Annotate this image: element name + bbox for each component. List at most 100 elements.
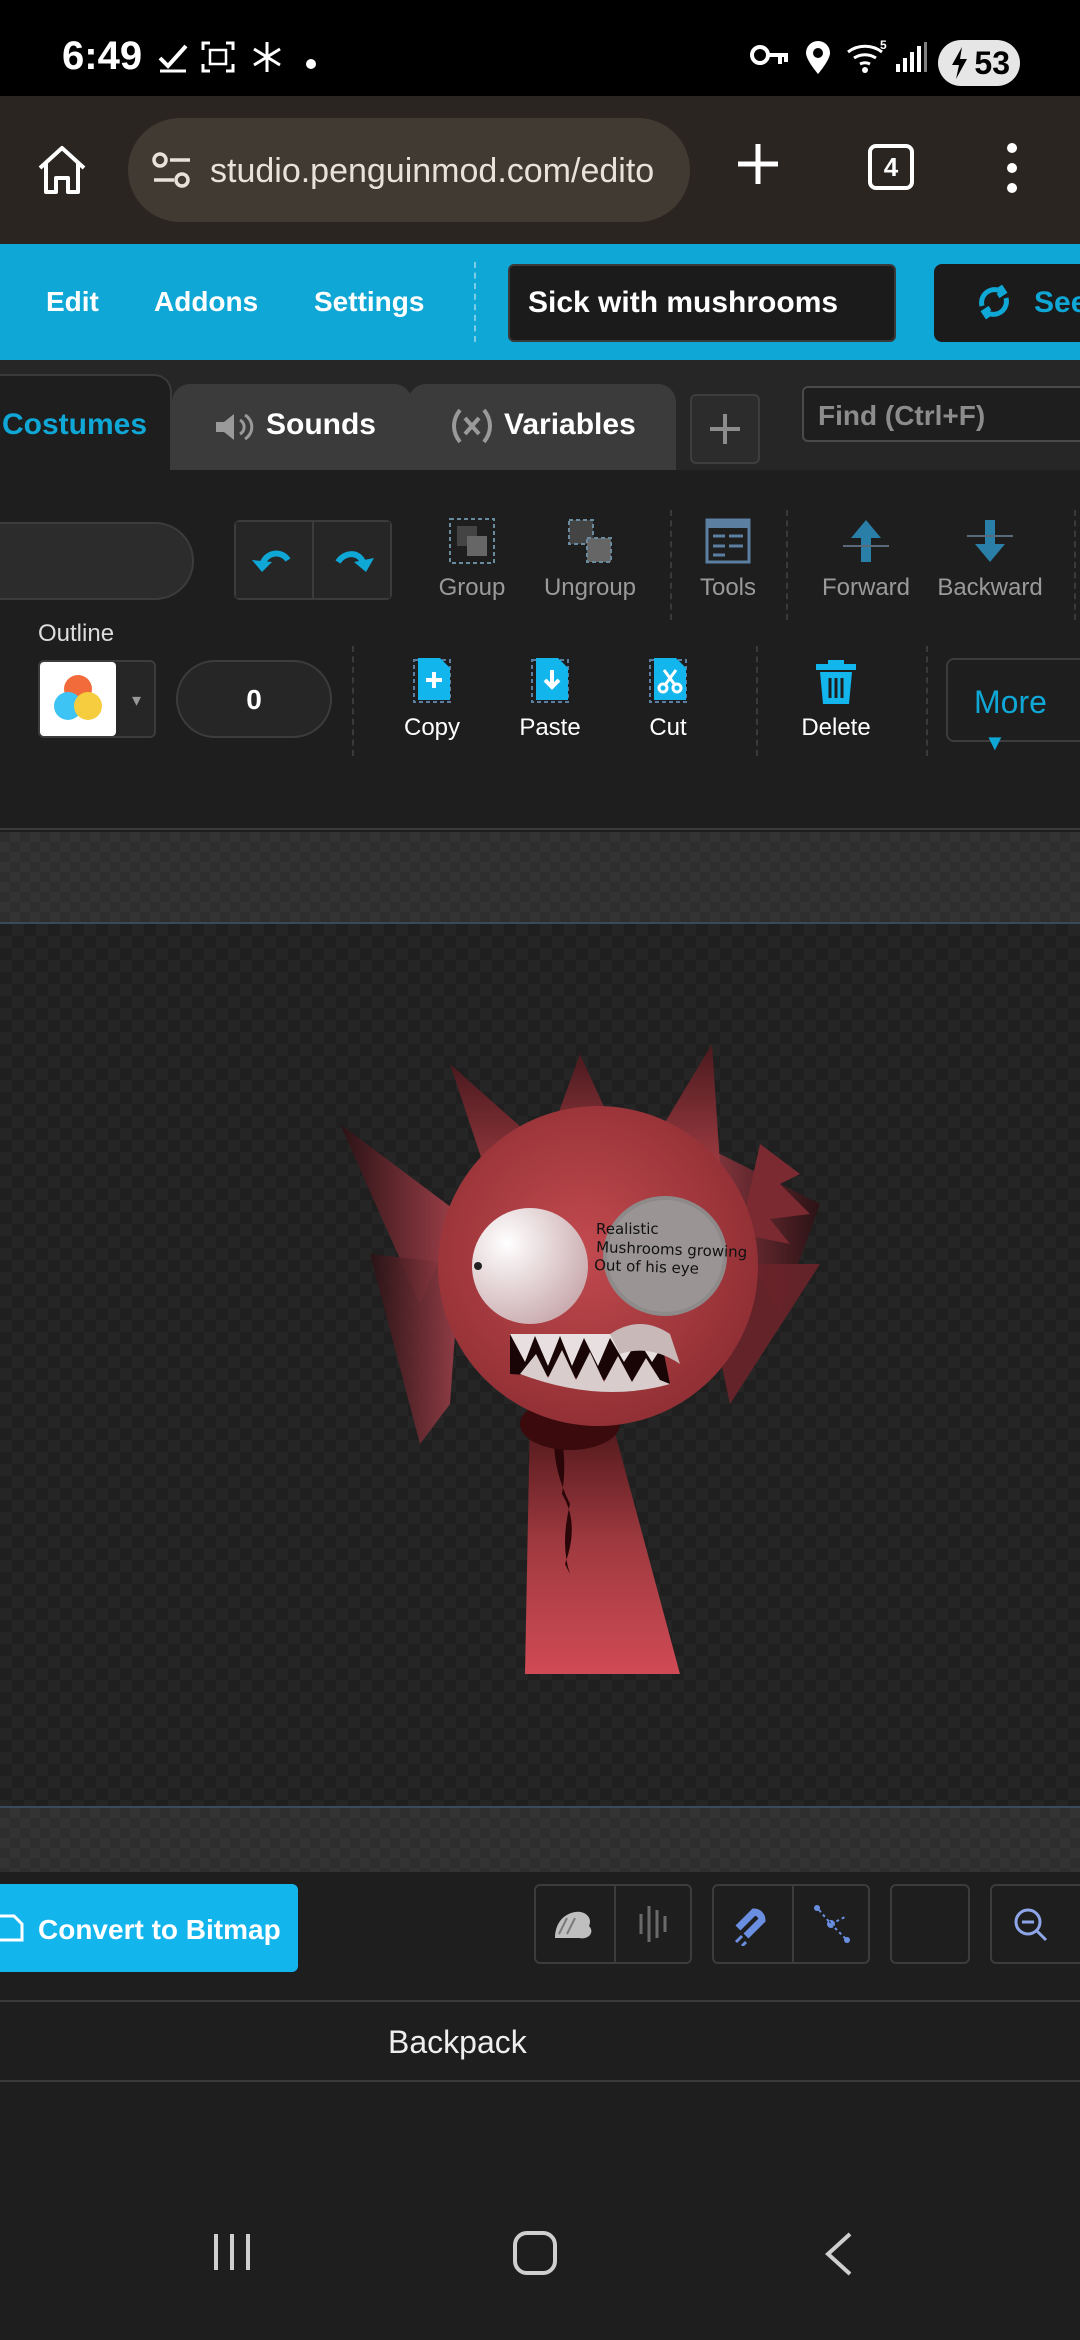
menu-divider bbox=[474, 262, 476, 342]
project-title-input[interactable]: Sick with mushrooms bbox=[508, 264, 896, 342]
undo-icon bbox=[252, 550, 291, 572]
tune-icon[interactable] bbox=[150, 150, 194, 195]
snap-group bbox=[712, 1884, 870, 1964]
group-icon bbox=[449, 518, 495, 564]
variable-icon bbox=[450, 406, 494, 454]
brush-group bbox=[534, 1884, 692, 1964]
app-menu-bar: Edit Addons Settings Sick with mushrooms… bbox=[0, 244, 1080, 360]
canvas-bottom-scrollarea bbox=[0, 1806, 1080, 1872]
copy-button[interactable]: Copy bbox=[396, 656, 468, 742]
outline-color-picker[interactable]: ▾ bbox=[38, 660, 156, 738]
cut-label: Cut bbox=[649, 714, 687, 741]
toolbar-divider bbox=[1074, 510, 1076, 620]
recent-apps-icon[interactable] bbox=[210, 2230, 254, 2279]
menu-edit[interactable]: Edit bbox=[46, 286, 99, 318]
redo-button[interactable] bbox=[314, 522, 390, 598]
convert-to-bitmap-button[interactable]: Convert to Bitmap bbox=[0, 1884, 298, 1972]
see-inside-button[interactable]: See bbox=[934, 264, 1080, 342]
ungroup-label: Ungroup bbox=[543, 574, 637, 601]
canvas-top-scrollarea bbox=[0, 832, 1080, 924]
waveform-icon bbox=[639, 1906, 667, 1942]
costume-name-input[interactable] bbox=[0, 522, 194, 600]
backpack-label: Backpack bbox=[388, 2024, 527, 2060]
tab-variables[interactable]: Variables bbox=[408, 384, 676, 474]
dots-vertical-icon[interactable] bbox=[1004, 142, 1020, 199]
toolbar-divider bbox=[756, 646, 758, 756]
bitmap-icon bbox=[0, 1912, 24, 1949]
backward-label: Backward bbox=[937, 574, 1043, 601]
more-label: More bbox=[974, 684, 1047, 720]
add-tab-button[interactable] bbox=[690, 394, 760, 464]
group-button[interactable]: Group bbox=[432, 516, 512, 602]
network-type: 5 bbox=[880, 40, 887, 52]
location-icon bbox=[804, 40, 832, 81]
undo-button[interactable] bbox=[236, 522, 314, 598]
moon-button[interactable] bbox=[892, 1886, 968, 1962]
backward-button[interactable]: Backward bbox=[934, 516, 1046, 602]
canvas-controls: Convert to Bitmap bbox=[0, 1872, 1080, 2000]
backpack-header[interactable]: Backpack bbox=[0, 2000, 1080, 2082]
forward-button[interactable]: Forward bbox=[816, 516, 916, 602]
chevron-down-icon: ▼ bbox=[984, 730, 1006, 755]
trash-icon bbox=[816, 660, 856, 704]
tab-sounds[interactable]: Sounds bbox=[172, 384, 412, 474]
battery-indicator: 53 bbox=[938, 40, 1020, 86]
toolbar-divider bbox=[670, 510, 672, 620]
home-nav-icon[interactable] bbox=[512, 2230, 558, 2281]
annotation-line-1: Realistic bbox=[596, 1220, 659, 1238]
smooth-button[interactable] bbox=[536, 1886, 612, 1962]
copy-label: Copy bbox=[403, 714, 461, 741]
costume-character[interactable]: Realistic Mushrooms growing Out of his e… bbox=[340, 1044, 820, 1724]
paste-label: Paste bbox=[519, 714, 581, 741]
toolbar-divider bbox=[352, 646, 354, 756]
delete-button[interactable]: Delete bbox=[796, 656, 876, 742]
back-icon[interactable] bbox=[820, 2230, 856, 2283]
zoom-out-icon bbox=[1014, 1908, 1048, 1942]
annotation-line-3: Out of his eye bbox=[594, 1256, 699, 1278]
paste-button[interactable]: Paste bbox=[510, 656, 590, 742]
plus-icon bbox=[710, 414, 740, 444]
zoom-group bbox=[990, 1884, 1080, 1964]
tab-switcher-button[interactable]: 4 bbox=[868, 144, 914, 190]
outline-width-input[interactable]: 0 bbox=[176, 660, 332, 738]
cut-button[interactable]: Cut bbox=[630, 656, 706, 742]
paint-canvas-area: Realistic Mushrooms growing Out of his e… bbox=[0, 832, 1080, 1872]
ungroup-button[interactable]: Ungroup bbox=[540, 516, 640, 602]
color-mix-icon bbox=[54, 675, 102, 720]
see-inside-label: See bbox=[1034, 286, 1080, 319]
find-input[interactable]: Find (Ctrl+F) bbox=[802, 386, 1080, 442]
menu-addons[interactable]: Addons bbox=[154, 286, 258, 318]
magnet-icon bbox=[734, 1908, 766, 1946]
undo-redo-group bbox=[234, 520, 392, 600]
paint-canvas[interactable]: Realistic Mushrooms growing Out of his e… bbox=[0, 924, 1080, 1806]
check-icon bbox=[156, 40, 190, 79]
plus-icon[interactable] bbox=[730, 136, 786, 197]
address-bar[interactable]: studio.penguinmod.com/edito bbox=[128, 118, 690, 222]
waveform-button[interactable] bbox=[614, 1886, 690, 1962]
tools-icon bbox=[705, 518, 751, 564]
tools-button[interactable]: Tools bbox=[690, 516, 766, 602]
tab-sounds-label: Sounds bbox=[266, 408, 376, 441]
more-button[interactable]: More ▼ bbox=[946, 658, 1080, 755]
toolbar-bottom-border bbox=[0, 828, 1080, 830]
magnet-button[interactable] bbox=[714, 1886, 790, 1962]
tab-costumes[interactable]: Costumes bbox=[0, 374, 172, 470]
outline-swatch bbox=[40, 662, 116, 736]
copy-icon bbox=[413, 658, 451, 703]
wifi-icon: 5 bbox=[846, 38, 888, 79]
key-icon bbox=[750, 40, 790, 75]
delete-label: Delete bbox=[801, 714, 871, 741]
url-text[interactable]: studio.penguinmod.com/edito bbox=[210, 152, 672, 191]
paste-icon bbox=[531, 658, 569, 703]
cut-icon bbox=[649, 658, 687, 703]
menu-settings[interactable]: Settings bbox=[314, 286, 424, 318]
zoom-out-button[interactable] bbox=[992, 1886, 1068, 1962]
paint-toolbar: Group Ungroup Tools Forward Backward Out… bbox=[0, 470, 1080, 832]
left-eye bbox=[472, 1208, 588, 1324]
toolbar-divider bbox=[926, 646, 928, 756]
system-nav-bar bbox=[0, 2180, 1080, 2340]
home-icon[interactable] bbox=[34, 142, 90, 203]
snap-points-button[interactable] bbox=[792, 1886, 868, 1962]
speaker-icon bbox=[212, 410, 254, 452]
redo-icon bbox=[335, 551, 374, 572]
